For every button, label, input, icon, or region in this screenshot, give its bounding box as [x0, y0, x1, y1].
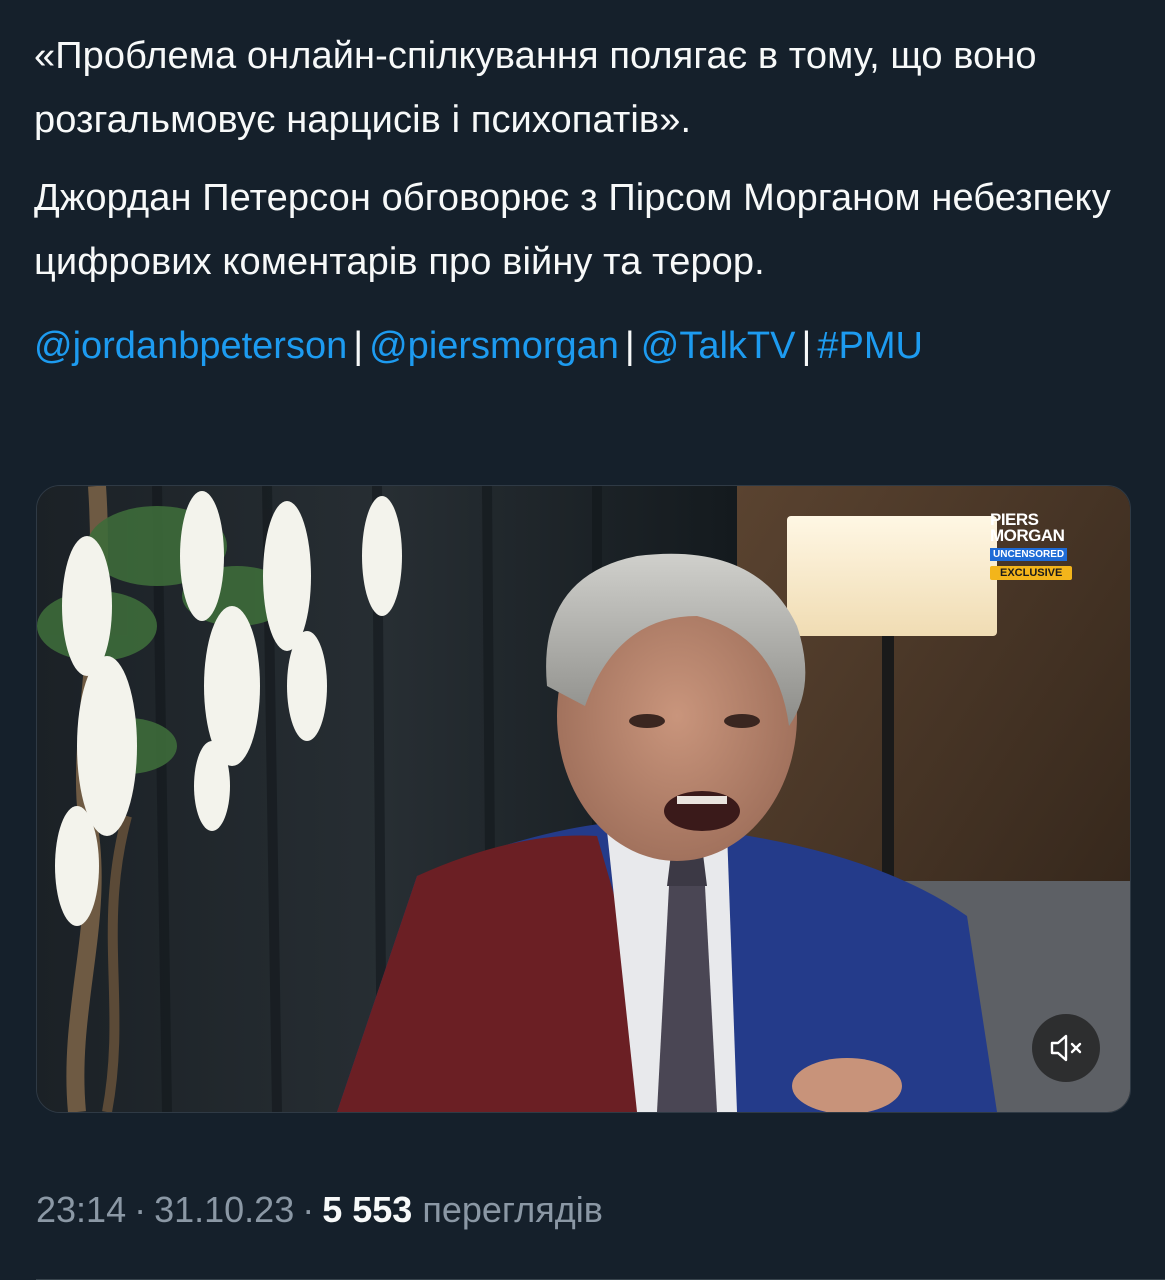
- mention-piersmorgan[interactable]: @piersmorgan: [369, 325, 619, 367]
- exclusive-badge: EXCLUSIVE: [990, 566, 1073, 580]
- video-player[interactable]: PIERS MORGAN UNCENSORED EXCLUSIVE: [36, 485, 1131, 1113]
- mention-separator: |: [801, 325, 812, 367]
- piers-morgan-logo: PIERS MORGAN UNCENSORED EXCLUSIVE: [990, 511, 1094, 581]
- tweet-container: «Проблема онлайн-спілкування полягає в т…: [0, 0, 1165, 1280]
- tweet-date[interactable]: 31.10.23: [154, 1189, 294, 1230]
- mention-separator: |: [353, 325, 364, 367]
- mention-separator: |: [624, 325, 635, 367]
- tweet-text-quote: «Проблема онлайн-спілкування полягає в т…: [34, 35, 1037, 141]
- views-count: 5 553: [322, 1189, 413, 1230]
- mute-button[interactable]: [1032, 1014, 1100, 1082]
- hashtag-pmu[interactable]: #PMU: [817, 325, 923, 367]
- tweet-time[interactable]: 23:14: [36, 1189, 126, 1230]
- logo-line-morgan: MORGAN: [990, 526, 1065, 545]
- logo-line-uncensored: UNCENSORED: [990, 548, 1068, 561]
- volume-muted-icon: [1050, 1034, 1082, 1062]
- mention-jordanbpeterson[interactable]: @jordanbpeterson: [34, 325, 347, 367]
- meta-dot: ·: [134, 1189, 147, 1230]
- video-frame: [37, 486, 1130, 1112]
- tweet-text-description: Джордан Петерсон обговорює з Пірсом Морг…: [34, 177, 1111, 283]
- meta-dot: ·: [302, 1189, 315, 1230]
- views-label: переглядів: [422, 1189, 603, 1230]
- mention-talktv[interactable]: @TalkTV: [641, 325, 796, 367]
- mentions-row: @jordanbpeterson | @piersmorgan | @TalkTV | #P…: [34, 314, 1131, 378]
- tweet-meta: 23:14 · 31.10.23 · 5 553 переглядів: [36, 1182, 603, 1238]
